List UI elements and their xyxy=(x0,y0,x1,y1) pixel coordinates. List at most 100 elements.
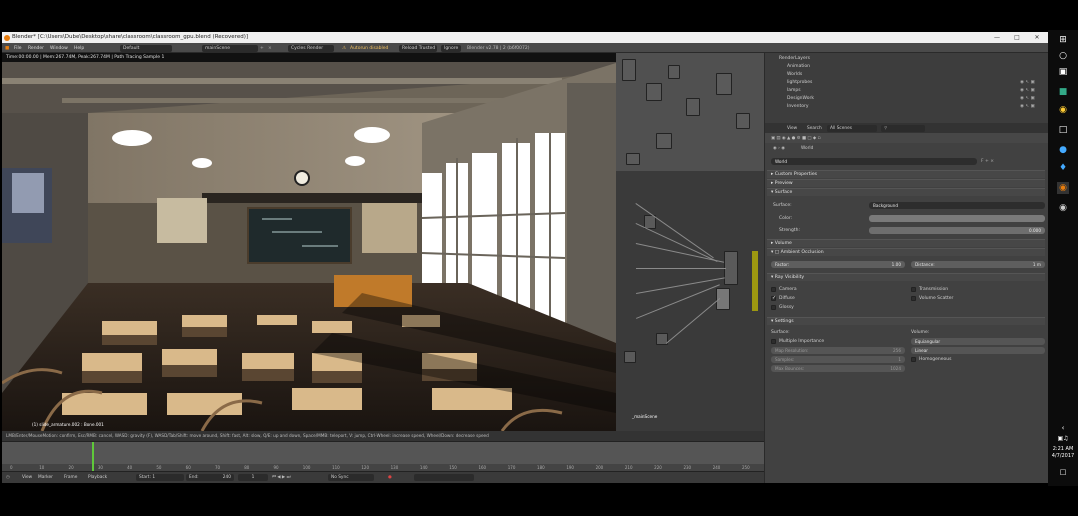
blender-taskbar-icon[interactable]: ◉ xyxy=(1057,182,1069,194)
store-icon[interactable]: □ xyxy=(1057,124,1069,136)
timeline-menu-view[interactable]: View xyxy=(22,474,32,481)
app-icon[interactable]: ◉ xyxy=(1057,202,1069,214)
outliner-item[interactable]: DesignWork xyxy=(787,95,814,102)
menu-file[interactable]: File xyxy=(14,45,22,52)
sync-select[interactable]: No Sync xyxy=(328,474,374,481)
timeline-tick-label: 200 xyxy=(595,465,604,470)
panel-surface[interactable]: ▾ Surface xyxy=(767,188,1045,196)
node[interactable] xyxy=(656,133,672,149)
node[interactable] xyxy=(736,113,750,129)
scene-selector[interactable]: mainScene xyxy=(202,44,258,52)
ignore-button[interactable]: Ignore xyxy=(441,44,461,52)
color-swatch[interactable] xyxy=(869,215,1045,222)
clock-date[interactable]: 4/7/2017 xyxy=(1048,453,1078,459)
panel-ray-visibility[interactable]: ▾ Ray Visibility xyxy=(767,273,1045,281)
node[interactable] xyxy=(668,65,680,79)
node-editor[interactable]: _mainScene xyxy=(616,53,764,431)
diffuse-checkbox[interactable] xyxy=(771,295,776,301)
ao-factor-field[interactable]: Factor: 1.00 xyxy=(771,261,905,268)
visibility-eye-icon[interactable]: ◉ ↖ ▣ xyxy=(1020,95,1035,102)
info-editor-icon[interactable]: ■ xyxy=(5,45,9,52)
current-frame-field[interactable]: 1 xyxy=(238,474,268,481)
playhead[interactable] xyxy=(91,442,94,471)
tray-icons[interactable]: ▣♫ xyxy=(1057,432,1069,444)
ao-distance-field[interactable]: Distance: 1 m xyxy=(911,261,1045,268)
outliner-item[interactable]: Worlds xyxy=(787,71,802,78)
timeline[interactable]: 0 10 20 30 40 50 60 70 80 90 100 110 120 130 140 150 160… xyxy=(2,441,764,471)
outliner-menu-view[interactable]: View xyxy=(787,125,797,132)
panel-settings[interactable]: ▾ Settings xyxy=(767,317,1045,325)
reload-trusted-button[interactable]: Reload Trusted xyxy=(399,44,437,52)
volume-scatter-checkbox[interactable] xyxy=(911,296,916,301)
timeline-editor-icon[interactable]: ◷ xyxy=(6,474,10,481)
node[interactable] xyxy=(716,73,732,95)
timeline-menu-marker[interactable]: Marker xyxy=(38,474,53,481)
node[interactable] xyxy=(646,83,662,101)
render-engine-selector[interactable]: Cycles Render xyxy=(288,44,334,52)
homogeneous-checkbox[interactable] xyxy=(911,357,916,362)
menu-help[interactable]: Help xyxy=(74,45,84,52)
outliner-item[interactable]: Animation xyxy=(787,63,810,70)
minimize-button[interactable]: — xyxy=(990,32,1004,43)
strength-field[interactable]: 0.000 xyxy=(869,227,1045,234)
visibility-eye-icon[interactable]: ◉ ↖ ▣ xyxy=(1020,87,1035,94)
clock-time[interactable]: 2:21 AM xyxy=(1048,446,1078,452)
visibility-eye-icon[interactable]: ◉ ↖ ▣ xyxy=(1020,103,1035,110)
properties-tab-icons[interactable]: ▣ ▤ ◉ ▲ ● ⚙ ■ □ ◆ ▫ xyxy=(771,135,820,142)
app-icon[interactable]: ♦ xyxy=(1057,162,1069,174)
outliner-item[interactable]: Inventory xyxy=(787,103,809,110)
max-bounces-field[interactable]: Max Bounces: 1024 xyxy=(771,365,905,372)
datablock-buttons[interactable]: F + × xyxy=(981,158,994,165)
camera-checkbox[interactable] xyxy=(771,287,776,292)
menu-window[interactable]: Window xyxy=(50,45,68,52)
transmission-checkbox[interactable] xyxy=(911,287,916,292)
notifications-icon[interactable]: □ xyxy=(1057,466,1069,478)
timeline-menu-frame[interactable]: Frame xyxy=(64,474,77,481)
maximize-button[interactable]: □ xyxy=(1010,32,1024,43)
interpolation-select[interactable]: Linear xyxy=(911,347,1045,354)
outliner-search-field[interactable]: ⚲ xyxy=(881,124,925,132)
search-icon[interactable]: ○ xyxy=(1057,50,1069,62)
panel-preview[interactable]: ▸ Preview xyxy=(767,179,1045,187)
node[interactable] xyxy=(622,59,636,81)
record-icon[interactable]: ● xyxy=(388,474,392,481)
file-explorer-icon[interactable]: ■ xyxy=(1057,86,1069,98)
layout-selector[interactable]: Default xyxy=(120,44,172,52)
visibility-eye-icon[interactable]: ◉ ↖ ▣ xyxy=(1020,79,1035,86)
outliner-item[interactable]: lightprobes xyxy=(787,79,812,86)
samples-field[interactable]: Samples: 1 xyxy=(771,356,905,363)
menu-render[interactable]: Render xyxy=(28,45,44,52)
world-datablock[interactable]: World xyxy=(771,158,977,165)
surface-shader-field[interactable]: Background xyxy=(869,202,1045,209)
chrome-icon[interactable]: ◉ xyxy=(1057,104,1069,116)
task-view-icon[interactable]: ▣ xyxy=(1057,66,1069,78)
panel-custom-properties[interactable]: ▸ Custom Properties xyxy=(767,170,1045,178)
timeline-menu-playback[interactable]: Playback xyxy=(88,474,107,481)
node[interactable] xyxy=(624,351,636,363)
keying-set-field[interactable] xyxy=(414,474,474,481)
end-frame-field[interactable]: End: 240 xyxy=(186,474,234,481)
node[interactable] xyxy=(626,153,640,165)
windows-start-icon[interactable]: ⊞ xyxy=(1057,34,1069,46)
outliner-item[interactable]: RenderLayers xyxy=(779,55,810,62)
add-scene-icon[interactable]: + xyxy=(260,45,264,52)
timeline-area[interactable] xyxy=(2,442,764,464)
world-output-node[interactable] xyxy=(724,251,738,285)
outliner-item[interactable]: lamps xyxy=(787,87,801,94)
outliner-filter[interactable]: All Scenes xyxy=(827,124,877,132)
playback-controls-icon[interactable]: ⏮ ◀ ▶ ⏭ xyxy=(272,474,290,481)
close-button[interactable]: ✕ xyxy=(1030,32,1044,43)
remove-scene-icon[interactable]: × xyxy=(268,45,272,52)
timeline-tick-label: 30 xyxy=(97,465,103,470)
panel-ambient-occlusion[interactable]: ▾ □ Ambient Occlusion xyxy=(767,248,1045,256)
skype-icon[interactable]: ● xyxy=(1057,144,1069,156)
render-viewport[interactable]: Time:00:00.00 | Mem:267.74M, Peak:267.74… xyxy=(2,53,616,431)
node[interactable] xyxy=(686,98,700,116)
glossy-checkbox[interactable] xyxy=(771,305,776,310)
panel-volume[interactable]: ▸ Volume xyxy=(767,239,1045,247)
map-resolution-field[interactable]: Map Resolution: 256 xyxy=(771,347,905,354)
outliner-menu-search[interactable]: Search xyxy=(807,125,822,132)
start-frame-field[interactable]: Start: 1 xyxy=(136,474,184,481)
volume-sampling-select[interactable]: Equiangular xyxy=(911,338,1045,345)
multiple-importance-checkbox[interactable] xyxy=(771,339,776,344)
